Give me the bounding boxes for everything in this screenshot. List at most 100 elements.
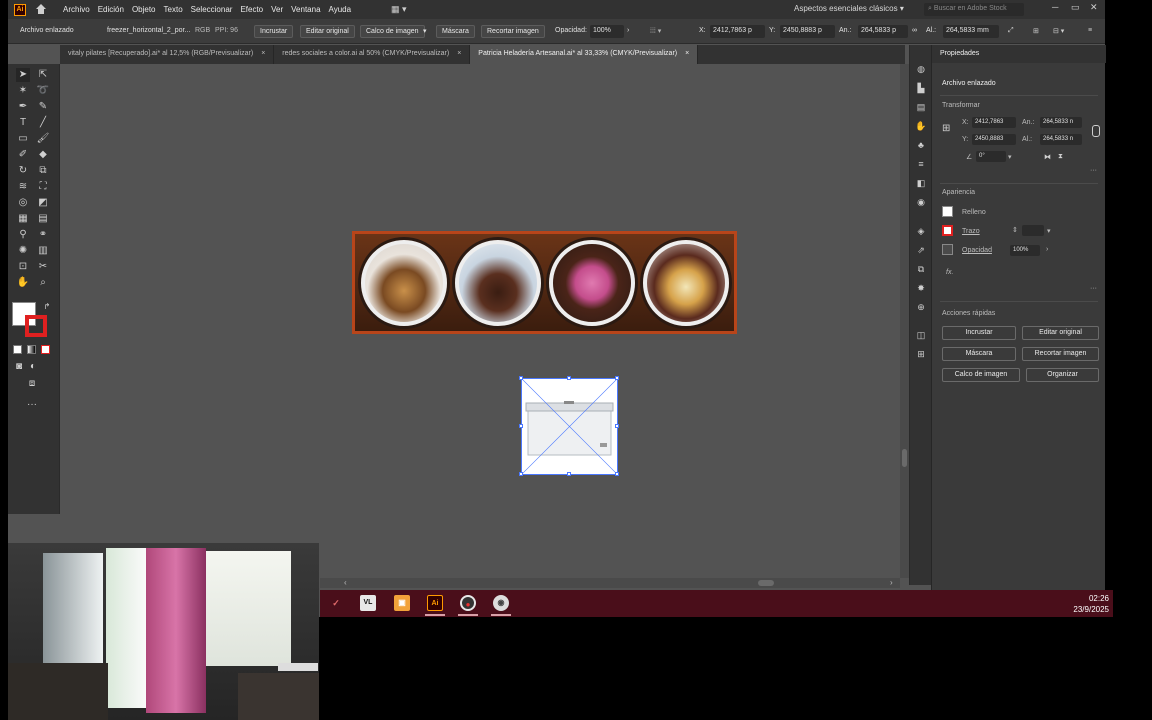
properties-panel-title[interactable]: Propiedades bbox=[932, 45, 1106, 63]
swap-fill-stroke-icon[interactable]: ↱ bbox=[40, 300, 54, 314]
system-clock[interactable]: 02:26 23/9/2025 bbox=[1073, 593, 1109, 615]
width-field[interactable]: 264,5833 p bbox=[858, 25, 908, 38]
scale-tool-icon[interactable]: ⧉ bbox=[36, 164, 50, 178]
menu-efecto[interactable]: Efecto bbox=[240, 5, 263, 14]
panel-opacity-label[interactable]: Opacidad bbox=[962, 247, 992, 254]
draw-behind-icon[interactable]: ◐ bbox=[26, 360, 40, 374]
panel-angle-field[interactable]: 0° bbox=[976, 151, 1006, 162]
more-appearance-icon[interactable]: ··· bbox=[1090, 285, 1097, 292]
color-panel-icon[interactable]: ◍ bbox=[915, 63, 927, 75]
screen-mode-icon[interactable]: ⧈ bbox=[25, 377, 39, 391]
panel-width-field[interactable]: 264,5833 n bbox=[1040, 117, 1082, 128]
stroke-chevron-icon[interactable]: ▾ bbox=[1047, 227, 1051, 235]
blend-tool-icon[interactable]: ⚭ bbox=[36, 228, 50, 242]
free-transform-tool-icon[interactable]: ⛶ bbox=[36, 180, 50, 194]
flip-vertical-icon[interactable]: ⧗ bbox=[1058, 153, 1063, 161]
menu-archivo[interactable]: Archivo bbox=[63, 5, 90, 14]
horizontal-scroll-thumb[interactable] bbox=[758, 580, 774, 586]
desserts-banner-artwork[interactable] bbox=[352, 231, 737, 334]
pen-app-icon[interactable]: ✓ bbox=[328, 595, 344, 611]
menu-texto[interactable]: Texto bbox=[164, 5, 183, 14]
vertical-scrollbar[interactable] bbox=[900, 64, 909, 578]
gradient-panel-icon[interactable]: ◧ bbox=[915, 177, 927, 189]
transform-icon[interactable]: ⤢ bbox=[1008, 27, 1014, 35]
scroll-right-icon[interactable]: › bbox=[890, 578, 893, 587]
menu-edicion[interactable]: Edición bbox=[98, 5, 124, 14]
freezer-image-selected[interactable] bbox=[519, 376, 619, 476]
column-graph-tool-icon[interactable]: ▥ bbox=[36, 244, 50, 258]
resize-handle[interactable] bbox=[567, 376, 571, 380]
stock-search-input[interactable]: ⌕ Buscar en Adobe Stock bbox=[924, 3, 1024, 16]
arrange-documents-icon[interactable]: ▦ ▾ bbox=[391, 4, 407, 15]
tab-vitaly-pilates[interactable]: vitaly pilates [Recuperado].ai* al 12,5%… bbox=[60, 45, 275, 64]
resize-handle[interactable] bbox=[519, 424, 523, 428]
flip-horizontal-icon[interactable]: ⧓ bbox=[1044, 153, 1051, 161]
x-field[interactable]: 2412,7863 p bbox=[710, 25, 765, 38]
align-icon[interactable]: ⊞ bbox=[1033, 27, 1039, 35]
align-grid-icon[interactable]: ⁞⁞⁞ ▾ bbox=[650, 27, 661, 35]
angle-chevron-icon[interactable]: ▾ bbox=[1008, 153, 1012, 161]
symbols-icon[interactable]: ♣ bbox=[915, 139, 927, 151]
gradient-tool-icon[interactable]: ▤ bbox=[36, 212, 50, 226]
opacity-arrow-icon[interactable]: › bbox=[627, 27, 629, 34]
properties-icon[interactable]: ◫ bbox=[915, 329, 927, 341]
panel-arrange-button[interactable]: Organizar bbox=[1026, 368, 1099, 382]
resize-handle[interactable] bbox=[615, 376, 619, 380]
horizontal-scrollbar[interactable]: ‹ › bbox=[320, 578, 900, 588]
perspective-grid-tool-icon[interactable]: ◩ bbox=[36, 196, 50, 210]
y-field[interactable]: 2450,8883 p bbox=[780, 25, 835, 38]
type-tool-icon[interactable]: T bbox=[16, 116, 30, 130]
menu-ventana[interactable]: Ventana bbox=[291, 5, 320, 14]
crop-image-button[interactable]: Recortar imagen bbox=[481, 25, 545, 38]
tab-patricia-heladeria[interactable]: Patricia Heladería Artesanal.ai* al 33,3… bbox=[470, 45, 699, 64]
pen-tool-icon[interactable]: ✒ bbox=[16, 100, 30, 114]
files-app-icon[interactable]: ▣ bbox=[394, 595, 410, 611]
brushes-icon[interactable]: ✋ bbox=[915, 120, 927, 132]
panel-opacity-field[interactable]: 100% bbox=[1010, 245, 1040, 256]
stroke-swatch[interactable] bbox=[25, 315, 47, 337]
maximize-icon[interactable]: ▭ bbox=[1071, 2, 1080, 13]
menu-ver[interactable]: Ver bbox=[271, 5, 283, 14]
zoom-tool-icon[interactable]: ⌕ bbox=[36, 276, 50, 290]
vertical-scroll-thumb[interactable] bbox=[902, 449, 907, 467]
mesh-tool-icon[interactable]: ▦ bbox=[16, 212, 30, 226]
appearance-panel-icon[interactable]: ◉ bbox=[915, 196, 927, 208]
resize-handle[interactable] bbox=[567, 472, 571, 476]
stroke-weight-field[interactable] bbox=[1022, 225, 1044, 236]
symbol-sprayer-tool-icon[interactable]: ✺ bbox=[16, 244, 30, 258]
edit-toolbar-icon[interactable]: ··· bbox=[25, 398, 39, 412]
close-tab-icon[interactable]: × bbox=[457, 50, 461, 57]
info-icon[interactable]: ⊞ bbox=[915, 348, 927, 360]
slice-tool-icon[interactable]: ✂ bbox=[36, 260, 50, 274]
mask-button[interactable]: Máscara bbox=[436, 25, 475, 38]
close-icon[interactable]: ✕ bbox=[1090, 2, 1098, 13]
edit-original-button[interactable]: Editar original bbox=[300, 25, 355, 38]
lasso-tool-icon[interactable]: ➰ bbox=[36, 84, 50, 98]
reference-point-icon[interactable]: ⊞ bbox=[942, 123, 950, 134]
image-trace-button[interactable]: Calco de imagen bbox=[360, 25, 425, 38]
minimize-icon[interactable]: ─ bbox=[1052, 2, 1058, 12]
stroke-panel-icon[interactable]: ≡ bbox=[915, 158, 927, 170]
stroke-label[interactable]: Trazo bbox=[962, 228, 980, 235]
embed-button[interactable]: Incrustar bbox=[254, 25, 294, 38]
shaper-tool-icon[interactable]: ✐ bbox=[16, 148, 30, 162]
more-transform-icon[interactable]: ··· bbox=[1090, 167, 1097, 174]
panel-height-field[interactable]: 264,5833 n bbox=[1040, 134, 1082, 145]
linked-file-label[interactable]: Archivo enlazado bbox=[20, 27, 74, 34]
menu-seleccionar[interactable]: Seleccionar bbox=[191, 5, 233, 14]
panel-stroke-swatch[interactable] bbox=[942, 225, 953, 236]
links-icon[interactable]: ⊕ bbox=[915, 301, 927, 313]
menu-ayuda[interactable]: Ayuda bbox=[329, 5, 352, 14]
hand-tool-icon[interactable]: ✋ bbox=[16, 276, 30, 290]
illustrator-app-icon[interactable]: Ai bbox=[427, 595, 443, 611]
selection-tool-icon[interactable]: ➤ bbox=[16, 68, 30, 82]
link-proportions-icon[interactable]: ∞ bbox=[912, 27, 917, 34]
paintbrush-tool-icon[interactable]: 🖌 bbox=[36, 132, 50, 146]
resize-handle[interactable] bbox=[615, 424, 619, 428]
workspace-switcher[interactable]: Aspectos esenciales clásicos ▾ bbox=[794, 4, 904, 13]
eraser-tool-icon[interactable]: ◆ bbox=[36, 148, 50, 162]
panel-edit-original-button[interactable]: Editar original bbox=[1022, 326, 1099, 340]
color-mode-icon[interactable] bbox=[13, 345, 22, 354]
resize-handle[interactable] bbox=[519, 376, 523, 380]
browser-app-icon[interactable]: ◉ bbox=[493, 595, 509, 611]
